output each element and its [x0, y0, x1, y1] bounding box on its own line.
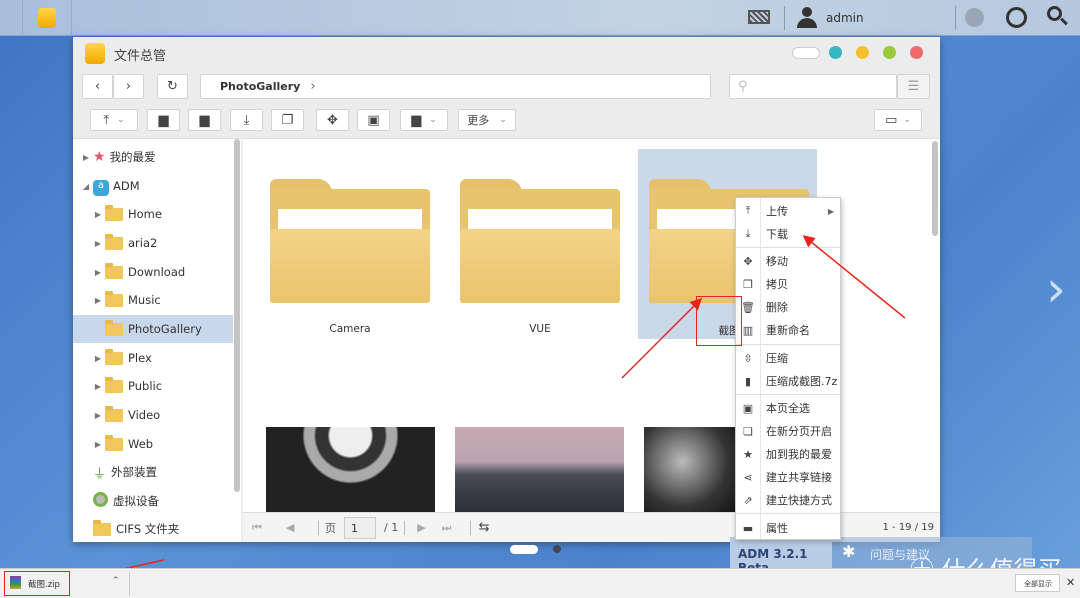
zip-file-icon — [10, 576, 21, 589]
download-bar: 截图.zip ⌃ 全部显示 ✕ — [0, 568, 1080, 598]
download-options-chevron[interactable]: ⌃ — [112, 576, 120, 586]
downloaded-file[interactable]: 截图.zip — [28, 578, 60, 590]
arrow-to-folder — [621, 297, 703, 379]
arrow-to-download — [802, 235, 906, 319]
show-all-button[interactable]: 全部显示 — [1015, 574, 1060, 592]
annotation-arrows — [79, 235, 906, 582]
close-download-bar-icon[interactable]: ✕ — [1066, 576, 1075, 589]
show-all-label: 全部显示 — [1024, 580, 1052, 588]
